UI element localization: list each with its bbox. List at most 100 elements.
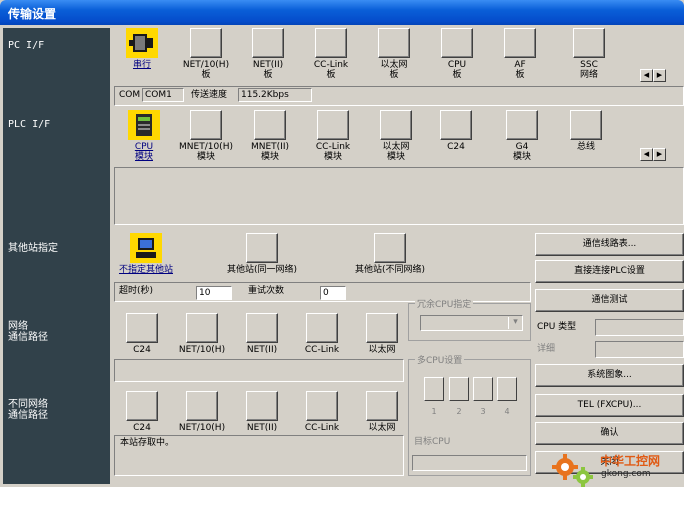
timeout-field[interactable]: 10 [196,286,232,300]
pc-if-ssc-tile[interactable]: SSC 网络 [561,28,617,80]
tile-label: C24 [133,345,151,355]
tile-label: 以太网 模块 [382,142,410,162]
board-icon [441,28,473,58]
route-cclink-tile[interactable]: CC-Link [294,313,350,355]
tile-label: G4 模块 [512,142,531,162]
target-cpu-field[interactable] [412,455,527,471]
watermark-logo: 中华工控网 gkong.com [548,449,684,491]
speed-field[interactable]: 115.2Kbps [238,88,312,102]
pc-if-cclink-tile[interactable]: CC-Link 板 [303,28,359,80]
route-net2-tile[interactable]: NET(II) [234,313,290,355]
speed-label: 传送速度 [191,90,228,100]
gear-icon [552,454,593,487]
cpu-slot-3[interactable] [473,377,493,401]
other-station-other-network-tile[interactable]: 其他站(不同网络) [338,233,442,275]
timeout-label: 超时(秒) [119,286,154,296]
serial-cable-icon [126,28,158,58]
plc-if-g4-tile[interactable]: G4 模块 [494,110,550,162]
cross-route-ethernet-tile[interactable]: 以太网 [354,391,410,433]
cpu-slot-4[interactable] [497,377,517,401]
module-icon [190,110,222,140]
section-label-cross-network-route: 不同网络 通信路径 [8,399,48,421]
cross-route-net10h-tile[interactable]: NET/10(H) [174,391,230,433]
tile-label: AF 板 [514,60,526,80]
board-icon [504,28,536,58]
plc-if-bus-tile[interactable]: 总线 [558,110,614,152]
com-label: COM [119,90,141,100]
route-icon [246,313,278,343]
detail-label: 详细 [537,344,556,354]
route-icon [126,391,158,421]
route-net10h-tile[interactable]: NET/10(H) [174,313,230,355]
status-text: 本站存取中。 [120,438,175,448]
route-c24-tile[interactable]: C24 [114,313,170,355]
cross-route-net2-tile[interactable]: NET(II) [234,391,290,433]
route-icon [126,313,158,343]
plc-if-c24-tile[interactable]: C24 [428,110,484,152]
route-icon [366,391,398,421]
comm-test-button[interactable]: 通信测试 [535,289,684,312]
tile-label: 以太网 [368,423,396,433]
system-image-button[interactable]: 系统图象... [535,364,684,387]
plc-if-ethernet-tile[interactable]: 以太网 模块 [368,110,424,162]
route-icon [306,313,338,343]
scroll-left-icon[interactable]: ◀ [640,148,653,161]
tile-label: CPU 板 [447,60,467,80]
title-bar[interactable]: 传输设置 [0,0,684,25]
other-station-same-network-tile[interactable]: 其他站(同一网络) [210,233,314,275]
tile-label: NET(II) 板 [252,60,284,80]
plc-if-scroll[interactable]: ◀ ▶ [640,148,666,161]
tile-label: CPU 模块 [134,142,154,162]
ok-button[interactable]: 确认 [535,422,684,445]
tile-label: CC-Link [304,423,340,433]
station-icon [246,233,278,263]
pc-if-cpu-tile[interactable]: CPU 板 [429,28,485,80]
scroll-left-icon[interactable]: ◀ [640,69,653,82]
pc-if-net10h-tile[interactable]: NET/10(H) 板 [178,28,234,80]
direct-connect-button[interactable]: 直接连接PLC设置 [535,260,684,283]
pc-if-serial-tile[interactable]: 串行 [114,28,170,70]
cross-route-c24-tile[interactable]: C24 [114,391,170,433]
cpu-slot-2[interactable] [449,377,469,401]
plc-if-mnet2-tile[interactable]: MNET(II) 模块 [242,110,298,162]
tile-label: 串行 [132,60,151,70]
pc-if-af-tile[interactable]: AF 板 [492,28,548,80]
route-ethernet-tile[interactable]: 以太网 [354,313,410,355]
chevron-down-icon[interactable]: ▾ [508,317,522,329]
plc-if-cclink-tile[interactable]: CC-Link 模块 [305,110,361,162]
com-port-field[interactable]: COM1 [142,88,184,102]
pc-if-net2-tile[interactable]: NET(II) 板 [240,28,296,80]
tile-label: MNET/10(H) 模块 [179,142,233,162]
detail-field [595,341,684,358]
redundant-cpu-legend: 冗余CPU指定 [415,297,474,310]
tile-label: NET(II) [246,423,278,433]
watermark-text: 中华工控网 [600,454,661,468]
route-icon [366,313,398,343]
tel-fxcpu-button[interactable]: TEL (FXCPU)... [535,394,684,417]
pc-if-scroll[interactable]: ◀ ▶ [640,69,666,82]
scroll-right-icon[interactable]: ▶ [653,69,666,82]
no-other-station-tile[interactable]: 不指定其他站 [108,233,184,275]
dialog-body: PC I/F PLC I/F 其他站指定 网络 通信路径 不同网络 通信路径 串… [0,25,684,487]
plc-if-mnet10h-tile[interactable]: MNET/10(H) 模块 [178,110,234,162]
board-icon [315,28,347,58]
scroll-right-icon[interactable]: ▶ [653,148,666,161]
route-icon [186,391,218,421]
line-list-button[interactable]: 通信线路表... [535,233,684,256]
tile-label: MNET(II) 模块 [250,142,289,162]
retry-label: 重试次数 [248,286,285,296]
watermark-url: gkong.com [601,469,651,479]
cross-route-cclink-tile[interactable]: CC-Link [294,391,350,433]
pc-if-ethernet-tile[interactable]: 以太网 板 [366,28,422,80]
transfer-setup-window: 传输设置 PC I/F PLC I/F 其他站指定 网络 通信路径 不同网络 通… [0,0,684,487]
target-cpu-label: 目标CPU [414,437,451,447]
cpu-slot-1[interactable] [424,377,444,401]
multi-cpu-legend: 多CPU设置 [415,353,465,366]
tile-label: 总线 [576,142,595,152]
cpu-type-field [595,319,684,336]
retry-field[interactable]: 0 [320,286,346,300]
section-label-pc-if: PC I/F [8,40,45,51]
tile-label: 不指定其他站 [118,265,173,275]
board-icon [190,28,222,58]
plc-if-cpu-module-tile[interactable]: CPU 模块 [116,110,172,162]
